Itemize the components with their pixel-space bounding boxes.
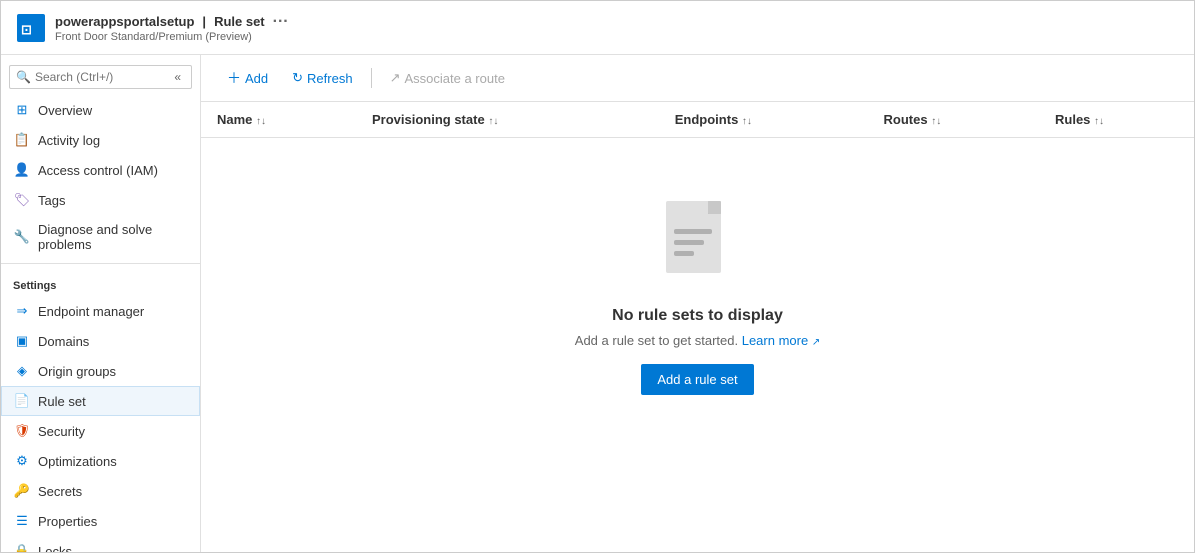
- column-header-name[interactable]: Name ↑↓: [201, 102, 356, 138]
- svg-text:⊡: ⊡: [21, 22, 32, 37]
- search-box[interactable]: 🔍 «: [9, 65, 192, 89]
- sort-icon-routes[interactable]: ↑↓: [931, 116, 941, 127]
- optimizations-icon: ⚙: [14, 453, 30, 469]
- sidebar-item-security[interactable]: 🛡 Security: [1, 416, 200, 446]
- security-icon: 🛡: [14, 423, 30, 439]
- header-title: powerappsportalsetup | Rule set ···: [55, 13, 289, 31]
- origin-groups-icon: ◈: [14, 363, 30, 379]
- column-header-routes[interactable]: Routes ↑↓: [868, 102, 1040, 138]
- sidebar-item-label: Diagnose and solve problems: [38, 222, 187, 252]
- sidebar-item-label: Domains: [38, 334, 89, 349]
- sidebar-item-label: Tags: [38, 193, 65, 208]
- endpoint-manager-icon: ⇒: [14, 303, 30, 319]
- tags-icon: 🏷: [14, 192, 30, 208]
- sidebar-item-endpoint-manager[interactable]: ⇒ Endpoint manager: [1, 296, 200, 326]
- add-rule-set-button[interactable]: Add a rule set: [641, 364, 753, 395]
- associate-route-button[interactable]: ↗ Associate a route: [380, 65, 515, 91]
- sidebar-item-label: Origin groups: [38, 364, 116, 379]
- header-title-group: powerappsportalsetup | Rule set ··· Fron…: [55, 13, 289, 43]
- add-icon: ＋: [227, 68, 241, 88]
- refresh-button[interactable]: ↻ Refresh: [282, 65, 362, 91]
- column-header-provisioning[interactable]: Provisioning state ↑↓: [356, 102, 659, 138]
- sort-icon-name[interactable]: ↑↓: [256, 116, 266, 127]
- refresh-icon: ↻: [292, 70, 303, 86]
- sidebar-item-locks[interactable]: 🔒 Locks: [1, 536, 200, 552]
- empty-state: No rule sets to display Add a rule set t…: [201, 138, 1194, 458]
- sidebar-item-activity-log[interactable]: 📋 Activity log: [1, 125, 200, 155]
- sidebar-item-tags[interactable]: 🏷 Tags: [1, 185, 200, 215]
- header-separator: |: [202, 14, 206, 29]
- locks-icon: 🔒: [14, 543, 30, 552]
- sidebar-item-label: Access control (IAM): [38, 163, 158, 178]
- sidebar: 🔍 « ⊞ Overview 📋 Activity log 👤 Access c…: [1, 55, 201, 552]
- associate-route-icon: ↗: [390, 70, 401, 86]
- search-icon: 🔍: [16, 70, 31, 84]
- collapse-sidebar-button[interactable]: «: [170, 70, 185, 84]
- page-title: Rule set: [214, 14, 265, 29]
- sidebar-item-secrets[interactable]: 🔑 Secrets: [1, 476, 200, 506]
- sidebar-item-rule-set[interactable]: 📄 Rule set: [1, 386, 200, 416]
- empty-state-subtitle: Add a rule set to get started. Learn mor…: [575, 333, 820, 348]
- properties-icon: ☰: [14, 513, 30, 529]
- sidebar-item-label: Locks: [38, 544, 72, 553]
- table-header-row: Name ↑↓ Provisioning state ↑↓ Endpoints …: [201, 102, 1194, 138]
- toolbar: ＋ Add ↻ Refresh ↗ Associate a route: [201, 55, 1194, 102]
- external-link-icon: ↗: [812, 337, 820, 348]
- sidebar-item-properties[interactable]: ☰ Properties: [1, 506, 200, 536]
- rule-sets-table: Name ↑↓ Provisioning state ↑↓ Endpoints …: [201, 102, 1194, 138]
- table-area: Name ↑↓ Provisioning state ↑↓ Endpoints …: [201, 102, 1194, 552]
- azure-frontdoor-icon: ⊡: [17, 14, 45, 42]
- resource-name: powerappsportalsetup: [55, 14, 194, 29]
- sidebar-item-label: Security: [38, 424, 85, 439]
- sidebar-item-label: Rule set: [38, 394, 86, 409]
- column-header-endpoints[interactable]: Endpoints ↑↓: [659, 102, 868, 138]
- sidebar-item-label: Endpoint manager: [38, 304, 144, 319]
- sidebar-divider-settings: [1, 263, 200, 264]
- content-area: ＋ Add ↻ Refresh ↗ Associate a route Name: [201, 55, 1194, 552]
- sidebar-item-label: Secrets: [38, 484, 82, 499]
- sidebar-item-label: Overview: [38, 103, 92, 118]
- header-menu-button[interactable]: ···: [273, 13, 289, 31]
- domains-icon: ▣: [14, 333, 30, 349]
- sidebar-item-origin-groups[interactable]: ◈ Origin groups: [1, 356, 200, 386]
- sort-icon-rules[interactable]: ↑↓: [1094, 116, 1104, 127]
- activity-log-icon: 📋: [14, 132, 30, 148]
- sidebar-item-label: Optimizations: [38, 454, 117, 469]
- sort-icon-provisioning[interactable]: ↑↓: [488, 116, 498, 127]
- top-header: ⊡ powerappsportalsetup | Rule set ··· Fr…: [1, 1, 1194, 55]
- toolbar-divider: [371, 68, 372, 88]
- sidebar-item-label: Properties: [38, 514, 97, 529]
- main-layout: 🔍 « ⊞ Overview 📋 Activity log 👤 Access c…: [1, 55, 1194, 552]
- sidebar-item-optimizations[interactable]: ⚙ Optimizations: [1, 446, 200, 476]
- settings-section-label: Settings: [1, 268, 200, 296]
- sidebar-item-label: Activity log: [38, 133, 100, 148]
- rule-set-icon: 📄: [14, 393, 30, 409]
- diagnose-icon: 🔧: [14, 229, 30, 245]
- access-control-icon: 👤: [14, 162, 30, 178]
- header-subtitle: Front Door Standard/Premium (Preview): [55, 31, 289, 43]
- sidebar-item-overview[interactable]: ⊞ Overview: [1, 95, 200, 125]
- sidebar-item-access-control[interactable]: 👤 Access control (IAM): [1, 155, 200, 185]
- search-input[interactable]: [35, 70, 166, 84]
- secrets-icon: 🔑: [14, 483, 30, 499]
- sidebar-item-diagnose[interactable]: 🔧 Diagnose and solve problems: [1, 215, 200, 259]
- sort-icon-endpoints[interactable]: ↑↓: [742, 116, 752, 127]
- learn-more-link[interactable]: Learn more ↗: [742, 333, 821, 348]
- column-header-rules[interactable]: Rules ↑↓: [1039, 102, 1194, 138]
- empty-state-title: No rule sets to display: [612, 307, 783, 325]
- add-button[interactable]: ＋ Add: [217, 63, 278, 93]
- sidebar-item-domains[interactable]: ▣ Domains: [1, 326, 200, 356]
- overview-icon: ⊞: [14, 102, 30, 118]
- empty-state-icon: [658, 201, 738, 291]
